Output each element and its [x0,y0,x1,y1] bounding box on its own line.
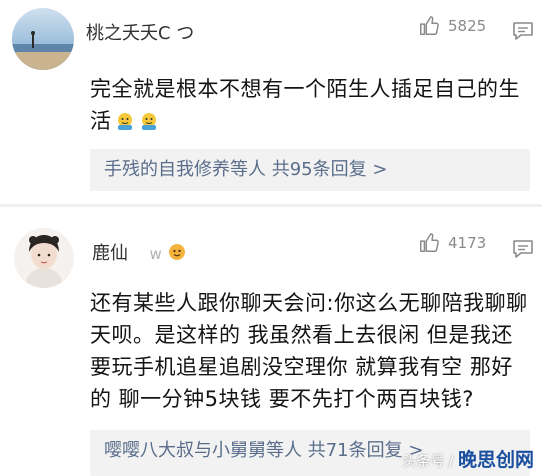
reply-icon[interactable] [512,239,534,259]
username[interactable]: 鹿仙 w [92,239,187,267]
avatar[interactable] [14,228,74,288]
thumbs-up-icon [420,16,439,35]
reply-summary-link[interactable]: 手残的自我修养等人 共95条回复 > [90,149,530,191]
emoji-icon [114,109,136,131]
like-button[interactable]: 4173 [418,232,486,254]
like-count: 5825 [448,17,487,35]
avatar[interactable] [12,8,74,70]
comment-text: 还有某些人跟你聊天会问:你这么无聊陪我聊聊天呗。是这样的 我虽然看上去很闲 但是… [90,291,528,411]
comment-item: 桃之夭夭C つ 5825 完全就是根本不想有一个陌生人插足自己的生活 手残的自我… [0,0,542,205]
comment-bubble-icon [513,240,533,258]
comment-text: 完全就是根本不想有一个陌生人插足自己的生活 [90,73,530,137]
watermark: 头条号 / 晚思创网 [402,445,534,472]
comment-divider [0,204,542,207]
username-suffix: w [149,245,162,263]
avatar-image [14,228,74,288]
reply-icon[interactable] [512,21,534,41]
like-button[interactable]: 5825 [418,15,486,37]
watermark-prefix: 头条号 / [402,454,458,470]
comment-bubble-icon [513,22,533,40]
username-text: 鹿仙 [92,243,128,264]
badge-icon [167,242,187,267]
watermark-brand: 晚思创网 [457,449,534,471]
like-count: 4173 [448,234,487,252]
username[interactable]: 桃之夭夭C つ [86,19,194,45]
avatar-image [12,8,74,70]
emoji-icon [138,109,160,131]
thumbs-up-icon [420,233,439,252]
